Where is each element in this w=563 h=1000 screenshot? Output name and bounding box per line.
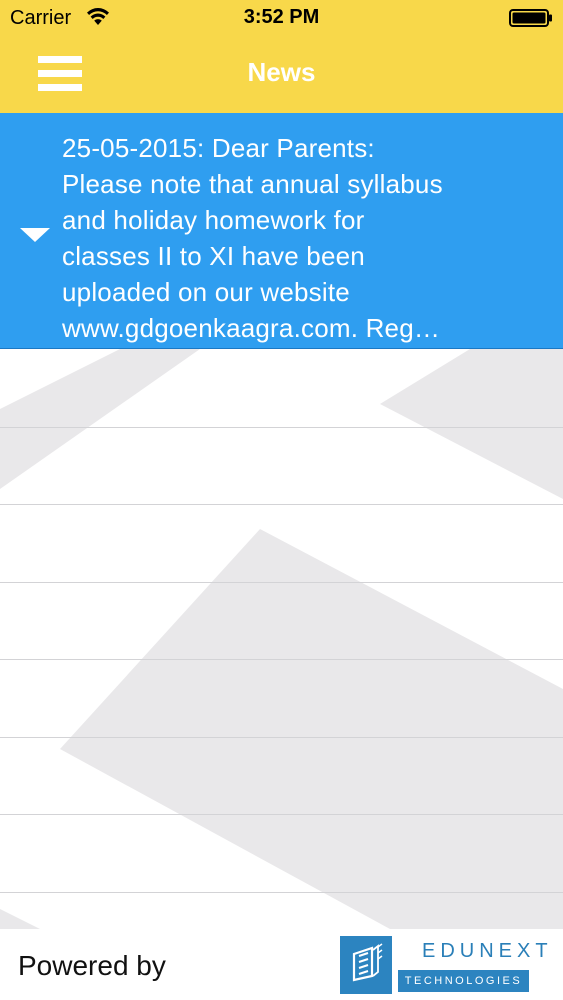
news-text: 25-05-2015: Dear Parents: Please note th… [62, 130, 512, 346]
powered-by-label: Powered by [18, 950, 166, 981]
hamburger-menu-icon [38, 84, 82, 91]
status-bar: Carrier 3:52 PM [0, 0, 563, 36]
screen: Carrier 3:52 PM News 25-05-2015: Dear Pa… [0, 0, 563, 1000]
news-line: www.gdgoenkaagra.com. Reg… [62, 313, 441, 343]
news-line: uploaded on our website [62, 277, 350, 307]
row-separator [0, 892, 563, 893]
background-watermark [0, 349, 563, 929]
page-title: News [247, 57, 316, 87]
battery-icon [509, 9, 552, 27]
caret-down-icon[interactable] [20, 225, 50, 243]
status-time: 3:52 PM [243, 6, 320, 28]
news-line: and holiday homework for [62, 205, 365, 235]
hamburger-menu-icon [38, 70, 82, 77]
row-separator [0, 427, 563, 428]
logo-tagline: TECHNOLOGIES [404, 975, 523, 987]
row-separator [0, 659, 563, 660]
news-line: 25-05-2015: Dear Parents: [62, 133, 375, 163]
footer: Powered by EDUNEXT TECHNOLOGIES [0, 929, 563, 1000]
book-logo-icon [340, 936, 392, 994]
news-line: classes II to XI have been [62, 241, 365, 271]
menu-button[interactable] [38, 54, 82, 94]
logo-tagline-box: TECHNOLOGIES [398, 970, 529, 992]
news-list: 25-05-2015: Dear Parents: Please note th… [0, 113, 563, 349]
row-separator [0, 504, 563, 505]
logo-name: EDUNEXT [422, 940, 553, 962]
hamburger-menu-icon [38, 56, 82, 63]
app-header: Carrier 3:52 PM News [0, 0, 563, 113]
row-separator [0, 582, 563, 583]
news-line: Please note that annual syllabus [62, 169, 443, 199]
news-item[interactable]: 25-05-2015: Dear Parents: Please note th… [0, 113, 563, 349]
row-separator [0, 737, 563, 738]
navigation-bar: News [0, 36, 563, 113]
row-separator [0, 814, 563, 815]
edunext-logo[interactable]: EDUNEXT TECHNOLOGIES [340, 936, 548, 996]
